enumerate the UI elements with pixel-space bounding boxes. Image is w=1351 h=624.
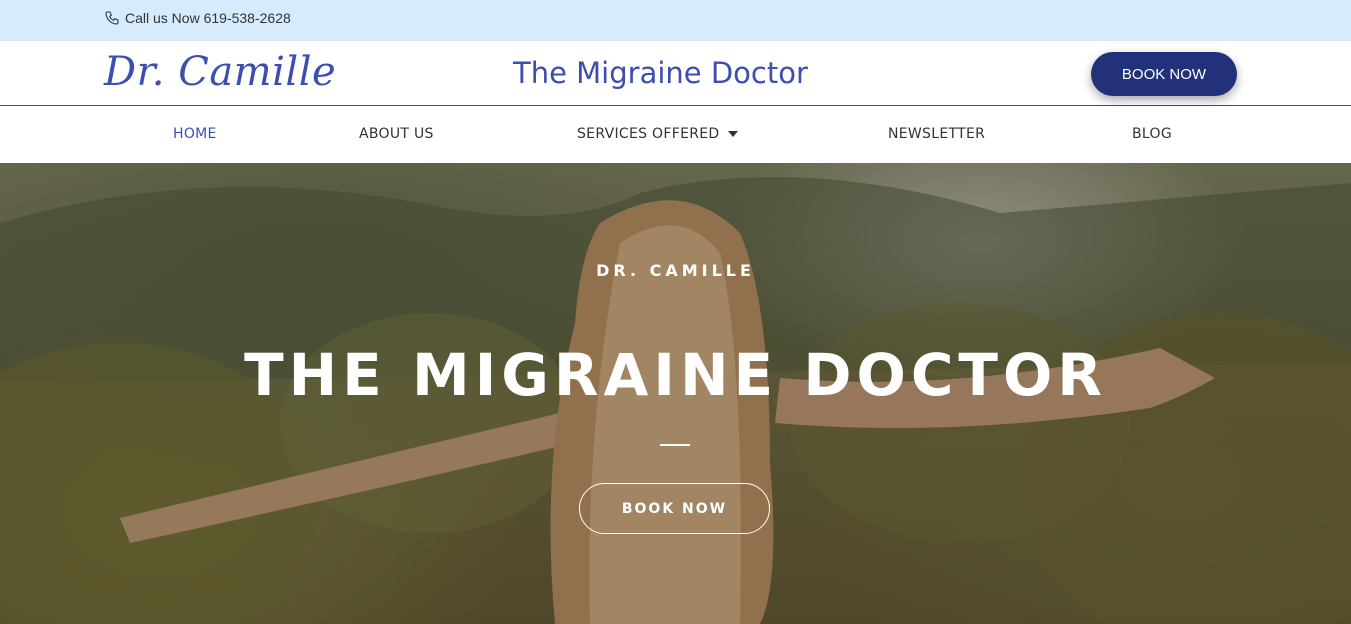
phone-text: Call us Now 619-538-2628 [125,10,291,26]
site-title: The Migraine Doctor [513,56,808,90]
logo[interactable]: Dr. Camille [104,49,336,95]
book-now-button[interactable]: BOOK NOW [1091,52,1237,96]
nav-item-home[interactable]: HOME [173,126,217,142]
phone-icon [105,11,119,25]
hero-section: DR. CAMILLE THE MIGRAINE DOCTOR BOOK NOW [0,163,1351,624]
site-header: Dr. Camille The Migraine Doctor BOOK NOW [0,41,1351,106]
main-nav: HOME ABOUT US SERVICES OFFERED NEWSLETTE… [0,107,1351,163]
phone-contact[interactable]: Call us Now 619-538-2628 [104,10,291,26]
nav-item-about-us[interactable]: ABOUT US [359,126,434,142]
nav-item-label: BLOG [1132,126,1172,142]
caret-down-icon [728,131,739,137]
nav-item-services-offered[interactable]: SERVICES OFFERED [577,126,739,142]
nav-item-label: ABOUT US [359,126,434,142]
hero-subtitle: DR. CAMILLE [596,261,755,280]
hero-book-now-button[interactable]: BOOK NOW [579,483,770,534]
nav-item-label: HOME [173,126,217,142]
nav-item-label: NEWSLETTER [888,126,986,142]
hero-divider [660,444,690,446]
top-bar: Call us Now 619-538-2628 [0,0,1351,41]
nav-item-label: SERVICES OFFERED [577,126,720,142]
nav-item-newsletter[interactable]: NEWSLETTER [888,126,985,142]
hero-headline: THE MIGRAINE DOCTOR [244,341,1107,409]
nav-item-blog[interactable]: BLOG [1132,126,1172,142]
